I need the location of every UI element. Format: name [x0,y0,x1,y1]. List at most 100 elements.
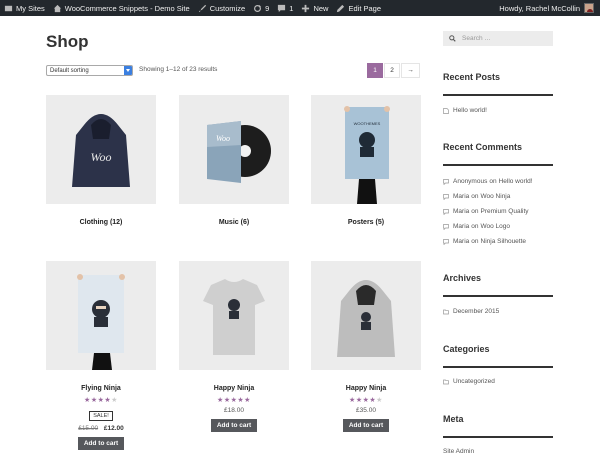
recent-post-link[interactable]: Hello world! [453,107,487,114]
category-count-music: (6) [240,219,250,226]
archive-link[interactable]: December 2015 [453,308,499,315]
on-word: on [471,208,479,215]
page-1-link[interactable]: 1 [367,63,383,78]
refresh-icon [254,4,262,12]
sale-price: £12.00 [103,425,124,432]
comment-icon [443,208,449,215]
category-image-clothing[interactable]: Woo [46,95,156,204]
list-item[interactable]: Hello world! [443,103,558,118]
comment-icon [443,193,449,200]
vinyl-album-image: Woo [207,121,271,183]
category-link[interactable]: Uncategorized [453,378,495,385]
admin-bar: My Sites WooCommerce Snippets - Demo Sit… [0,0,600,16]
on-word: on [471,238,479,245]
search-icon [449,35,456,42]
category-card-music[interactable]: Woo Music (6) [179,95,289,226]
comment-author: Maria [453,223,470,230]
product-image-happy-ninja-tshirt[interactable] [179,261,289,370]
svg-text:Woo: Woo [216,134,230,143]
list-item: Maria on Ninja Silhouette [443,234,558,249]
account-menu[interactable]: Howdy, Rachel McCollin [495,0,600,16]
on-word: on [489,178,497,185]
on-word: on [471,193,479,200]
list-item[interactable]: Site Admin [443,444,558,459]
hoodie-image: Woo [72,114,130,187]
site-name-label: WooCommerce Snippets - Demo Site [64,3,190,13]
list-item: Maria on Premium Quality [443,204,558,219]
widget-divider [443,366,553,368]
poster-image: WOOTHEMES [344,106,390,204]
widget-divider [443,295,553,297]
add-to-cart-button[interactable]: Add to cart [342,419,390,432]
comment-author: Maria [453,193,470,200]
comment-icon [443,238,449,245]
category-count-clothing: (12) [109,219,123,226]
my-sites-menu[interactable]: My Sites [0,0,49,16]
product-image-happy-ninja-hoodie[interactable] [311,261,421,370]
product-price: £15.00 £12.00 [46,425,156,432]
folder-icon [443,379,449,384]
meta-title: Meta [443,414,464,424]
on-word: on [471,223,479,230]
edit-page-link[interactable]: Edit Page [332,0,385,16]
product-title[interactable]: Happy Ninja [311,385,421,392]
recent-posts-title: Recent Posts [443,72,501,82]
comment-post-link[interactable]: Ninja Silhouette [481,238,527,245]
product-title[interactable]: Flying Ninja [46,385,156,392]
product-card-happy-ninja-tshirt: Happy Ninja ★★★★★ £18.00 Add to cart [179,261,289,432]
add-to-cart-button[interactable]: Add to cart [210,419,258,432]
list-item: Maria on Woo Logo [443,219,558,234]
comment-icon [443,223,449,230]
category-image-posters[interactable]: WOOTHEMES [311,95,421,204]
category-card-clothing[interactable]: Woo Clothing (12) [46,95,156,226]
site-name-menu[interactable]: WooCommerce Snippets - Demo Site [49,0,194,16]
add-to-cart-button[interactable]: Add to cart [77,437,125,450]
categories-title: Categories [443,344,490,354]
comment-post-link[interactable]: Woo Ninja [481,193,511,200]
list-item[interactable]: December 2015 [443,304,558,319]
search-field[interactable]: Search … [443,31,553,46]
customize-link[interactable]: Customize [194,0,249,16]
category-card-posters[interactable]: WOOTHEMES Posters (5) [311,95,421,226]
updates-link[interactable]: 9 [249,0,273,16]
brush-icon [198,4,206,12]
new-content-menu[interactable]: New [297,0,332,16]
result-count: Showing 1–12 of 23 results [139,66,218,73]
widget-divider [443,94,553,96]
category-name-clothing: Clothing [79,219,108,226]
price-value: £35.00 [356,407,376,414]
star-rating: ★★★★★ [84,397,118,404]
comments-link[interactable]: 1 [273,0,297,16]
pencil-icon [337,4,345,12]
page-2-link[interactable]: 2 [384,63,400,78]
sorting-selected-value: Default sorting [50,67,89,74]
product-image-flying-ninja[interactable] [46,261,156,370]
product-card-happy-ninja-hoodie: Happy Ninja ★★★★★ £35.00 Add to cart [311,261,421,432]
archives-title: Archives [443,273,482,283]
comment-post-link[interactable]: Hello world! [499,178,533,185]
comment-post-link[interactable]: Premium Quality [481,208,529,215]
document-icon [443,107,449,114]
category-image-music[interactable]: Woo [179,95,289,204]
comment-post-link[interactable]: Woo Logo [481,223,511,230]
list-item[interactable]: Uncategorized [443,374,558,389]
next-page-link[interactable]: → [401,63,420,78]
search-placeholder: Search … [462,35,491,42]
svg-text:WOOTHEMES: WOOTHEMES [354,121,381,126]
product-price: £35.00 [311,407,421,414]
my-sites-icon [4,5,13,11]
sale-badge: SALE! [89,411,113,421]
new-label: New [313,3,329,13]
comment-author: Maria [453,208,470,215]
site-admin-link[interactable]: Site Admin [443,448,474,455]
page-title: Shop [46,32,89,51]
comment-author: Maria [453,238,470,245]
category-name-music: Music [218,219,239,226]
howdy-label: Howdy, Rachel McCollin [499,3,580,13]
recent-comments-title: Recent Comments [443,142,523,152]
star-rating: ★★★★★ [217,397,251,404]
comments-count: 1 [289,3,294,13]
product-title[interactable]: Happy Ninja [179,385,289,392]
sorting-select[interactable]: Default sorting [46,65,133,76]
list-item: Maria on Woo Ninja [443,189,558,204]
